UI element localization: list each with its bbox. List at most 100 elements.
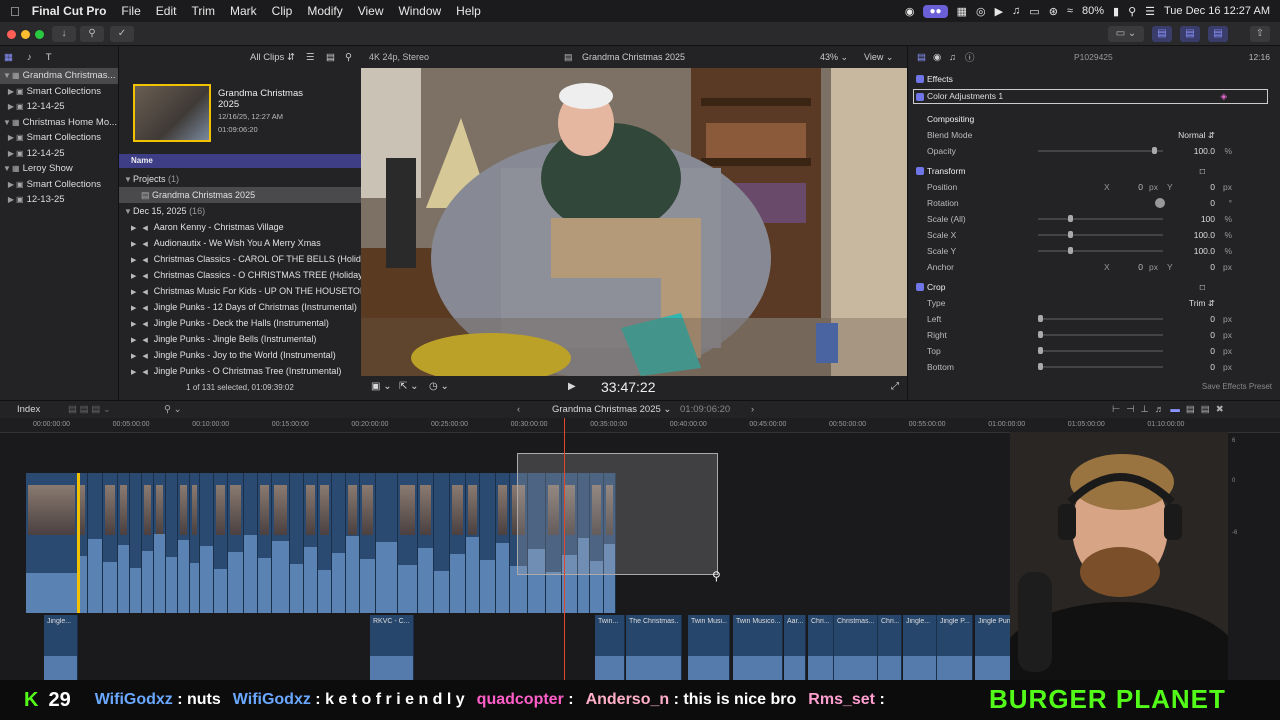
share-button[interactable]: ⇧ <box>1250 26 1270 42</box>
datetime[interactable]: Tue Dec 16 12:27 AM <box>1164 5 1270 17</box>
color-adjustments-row[interactable]: Color Adjustments 1 ◈ <box>913 89 1268 104</box>
menu-trim[interactable]: Trim <box>191 4 215 18</box>
projects-group[interactable]: ▼Projects (1) <box>119 171 361 187</box>
workspace-button[interactable]: ▭ ⌄ <box>1108 26 1144 42</box>
scale-y-slider[interactable] <box>1038 247 1163 254</box>
library-item[interactable]: ▶ ▣ Smart Collections <box>0 84 118 100</box>
disclosure-closed-icon[interactable]: ▶ <box>131 289 136 296</box>
disclosure-closed-icon[interactable]: ▶ <box>131 369 136 376</box>
blend-mode-row[interactable]: Blend Mode Normal ⇵ <box>908 127 1280 143</box>
speed-icon[interactable]: ◷ ⌄ <box>429 381 449 392</box>
video-inspector-icon[interactable]: ▤ <box>917 52 926 63</box>
timeline-clip[interactable] <box>418 473 434 613</box>
edit-tools-icons[interactable]: ▤ ▤ ▤ ⌄ <box>68 404 111 415</box>
disclosure-closed-icon[interactable]: ▶ <box>6 177 16 193</box>
timeline-clip[interactable] <box>346 473 360 613</box>
audio-clip[interactable]: Jingle... <box>44 615 78 680</box>
grid-icon[interactable]: ▦ <box>957 5 967 18</box>
disclosure-closed-icon[interactable]: ▶ <box>131 353 136 360</box>
history-forward-icon[interactable]: › <box>751 404 754 415</box>
volume-icon[interactable]: ♫ <box>1012 5 1020 17</box>
timeline-clip[interactable] <box>318 473 332 613</box>
timeline-clip[interactable] <box>178 473 190 613</box>
menu-window[interactable]: Window <box>398 4 441 18</box>
video-frame[interactable] <box>361 68 907 376</box>
menu-file[interactable]: File <box>121 4 140 18</box>
history-back-icon[interactable]: ‹ <box>517 404 520 415</box>
timeline-clip[interactable] <box>154 473 166 613</box>
scale-x-row[interactable]: Scale X 100.0% <box>908 227 1280 243</box>
audio-inspector-icon[interactable]: ♫ <box>949 52 956 63</box>
scale-x-slider[interactable] <box>1038 231 1163 238</box>
scale-all-slider[interactable] <box>1038 215 1163 222</box>
libraries-icon[interactable]: ▦ <box>4 52 13 63</box>
clip-row[interactable]: ▶ ◀ Jingle Punks - 12 Days of Christmas (I… <box>119 299 361 315</box>
audio-clip[interactable]: The Christmas... <box>626 615 682 680</box>
timeline-clip[interactable] <box>258 473 272 613</box>
view-menu[interactable]: View ⌄ <box>864 52 893 63</box>
apple-icon[interactable]:  <box>10 4 20 19</box>
timeline-clip[interactable] <box>332 473 346 613</box>
audio-clip[interactable]: Jingle... <box>903 615 937 680</box>
zoom-tool-icon[interactable]: ⚲ ⌄ <box>164 404 182 415</box>
disclosure-closed-icon[interactable]: ▶ <box>131 321 136 328</box>
play-button[interactable]: ▶ <box>568 381 576 392</box>
timeline-clip[interactable] <box>200 473 214 613</box>
disclosure-closed-icon[interactable]: ▶ <box>6 99 16 115</box>
transform-onscreen-icon[interactable]: □ <box>1200 163 1205 179</box>
disclosure-open-icon[interactable]: ▼ <box>2 68 12 84</box>
menu-view[interactable]: View <box>358 4 384 18</box>
rotation-dial[interactable] <box>1155 198 1165 208</box>
timeline-clip[interactable] <box>228 473 244 613</box>
timeline-clip[interactable] <box>214 473 228 613</box>
timeline-clip[interactable] <box>130 473 142 613</box>
transform-tool-icon[interactable]: ⇱ ⌄ <box>399 381 419 392</box>
library-item[interactable]: ▶ ▣ 12-14-25 <box>0 146 118 162</box>
save-effects-preset-button[interactable]: Save Effects Preset <box>1202 382 1272 391</box>
timeline-clip[interactable] <box>103 473 118 613</box>
menu-mark[interactable]: Mark <box>230 4 257 18</box>
disclosure-closed-icon[interactable]: ▶ <box>6 84 16 100</box>
crop-bottom-row[interactable]: Bottom 0 px <box>908 359 1280 375</box>
crop-type-row[interactable]: Type Trim ⇵ <box>908 295 1280 311</box>
anchor-row[interactable]: Anchor X 0 px Y 0 px <box>908 259 1280 275</box>
background-tasks-button[interactable]: ✓ <box>110 26 134 42</box>
timeline-clip[interactable] <box>190 473 200 613</box>
disclosure-closed-icon[interactable]: ▶ <box>6 130 16 146</box>
timeline-clip[interactable] <box>142 473 154 613</box>
clip-filter[interactable]: All Clips ⇵ <box>250 52 295 63</box>
minimize-button[interactable] <box>21 30 30 39</box>
timecode-display[interactable]: 33:47:22 <box>601 379 656 395</box>
crop-onscreen-icon[interactable]: □ <box>1200 279 1205 295</box>
disclosure-closed-icon[interactable]: ▶ <box>131 305 136 312</box>
position-row[interactable]: Position X 0 px Y 0 px <box>908 179 1280 195</box>
menu-clip[interactable]: Clip <box>272 4 293 18</box>
clip-row[interactable]: ▶ ◀ Jingle Punks - Joy to the World (Instr… <box>119 347 361 363</box>
clip-row[interactable]: ▶ ◀ Jingle Punks - O Christmas Tree (Instr… <box>119 363 361 379</box>
transform-section[interactable]: Transform □ <box>908 163 1280 179</box>
clip-row[interactable]: ▶ ◀ Christmas Music For Kids - UP ON THE H… <box>119 283 361 299</box>
audio-clip[interactable]: Christmas... <box>834 615 878 680</box>
timeline-clip[interactable] <box>360 473 376 613</box>
battery-icon[interactable]: ▮ <box>1113 5 1119 18</box>
library-item[interactable]: ▼▦ Christmas Home Mo... <box>0 115 118 131</box>
fullscreen-icon[interactable]: ⤢ <box>891 381 899 392</box>
disclosure-closed-icon[interactable]: ▶ <box>6 146 16 162</box>
timeline-clip[interactable] <box>450 473 466 613</box>
list-view-icon[interactable]: ☰ <box>306 52 315 63</box>
zoom-menu[interactable]: 43% ⌄ <box>820 52 848 63</box>
photos-audio-icon[interactable]: ♪ <box>27 52 32 63</box>
app-menu[interactable]: Final Cut Pro <box>32 4 107 18</box>
audio-clip[interactable]: Aar... <box>784 615 806 680</box>
clip-row[interactable]: ▶ ◀ Audionautix - We Wish You A Merry Xmas <box>119 235 361 251</box>
clip-selection-edge[interactable] <box>77 473 80 613</box>
crop-right-row[interactable]: Right 0 px <box>908 327 1280 343</box>
disclosure-closed-icon[interactable]: ▶ <box>131 225 136 232</box>
scale-all-row[interactable]: Scale (All) 100% <box>908 211 1280 227</box>
crop-left-row[interactable]: Left 0 px <box>908 311 1280 327</box>
audio-clip[interactable]: Jingle Pun <box>975 615 1015 680</box>
timeline-clip[interactable] <box>118 473 130 613</box>
disclosure-closed-icon[interactable]: ▶ <box>131 337 136 344</box>
info-inspector-icon[interactable]: ⓘ <box>965 50 975 64</box>
project-thumbnail[interactable] <box>133 84 211 142</box>
